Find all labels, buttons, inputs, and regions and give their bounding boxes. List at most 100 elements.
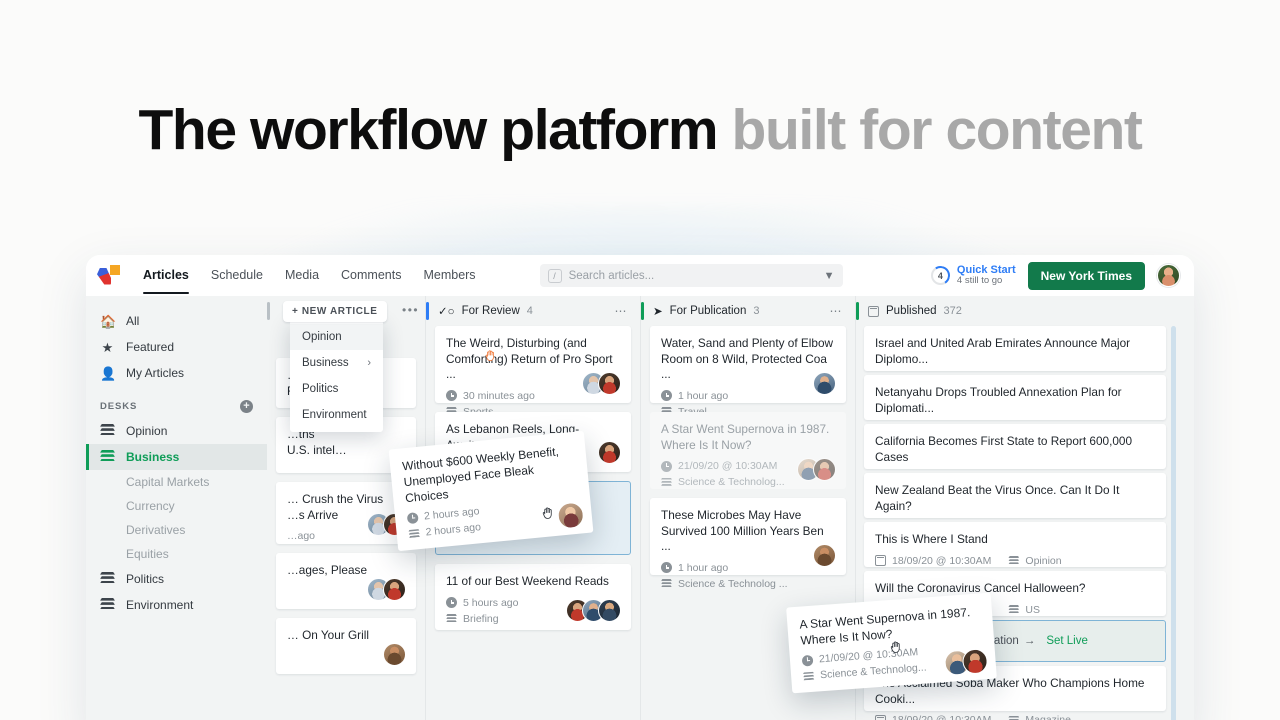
menu-item-politics[interactable]: Politics xyxy=(290,376,383,402)
card-item[interactable]: Netanyahu Drops Troubled Annexation Plan… xyxy=(864,375,1166,435)
superdesk-logo-icon[interactable] xyxy=(96,264,120,287)
app-body: 🏠 All ★ Featured 👤 My Articles DESKS + O… xyxy=(86,296,1194,720)
sidebar-subitem-currency[interactable]: Currency xyxy=(86,494,267,518)
card-time: 30 minutes ago xyxy=(463,389,535,402)
clock-icon xyxy=(406,511,419,524)
sidebar-subitem-equities[interactable]: Equities xyxy=(86,542,267,566)
layers-icon xyxy=(408,529,420,539)
card-desk: Science & Technolog ... xyxy=(678,577,788,590)
card-avatars xyxy=(797,458,836,481)
search-input[interactable]: / Search articles... ▼ xyxy=(539,264,843,287)
card-title: Water, Sand and Plenty of Elbow Room on … xyxy=(661,336,834,381)
desks-label: DESKS xyxy=(100,401,138,412)
card-item-placeholder[interactable]: A Star Went Supernova in 1987. Where Is … xyxy=(650,412,846,489)
calendar-icon xyxy=(875,714,886,720)
clock-icon xyxy=(661,562,672,573)
card-item[interactable]: California Becomes First State to Report… xyxy=(864,424,1166,484)
quick-start-widget[interactable]: 4 Quick Start 4 still to go xyxy=(930,264,1016,287)
plus-icon[interactable]: + xyxy=(240,400,253,413)
clock-icon xyxy=(446,597,457,608)
nav-tab-schedule[interactable]: Schedule xyxy=(200,257,274,294)
menu-item-label: Opinion xyxy=(302,331,342,343)
layers-icon xyxy=(100,572,115,586)
topbar-right-group: 4 Quick Start 4 still to go New York Tim… xyxy=(930,261,1180,290)
avatar xyxy=(598,441,621,464)
card-item[interactable]: New Zealand Beat the Virus Once. Can It … xyxy=(864,473,1166,533)
clock-icon xyxy=(801,654,814,667)
layers-icon xyxy=(446,614,457,623)
logo-square xyxy=(110,264,120,275)
menu-item-business[interactable]: Business › xyxy=(290,350,383,376)
avatar xyxy=(556,501,585,530)
avatar xyxy=(383,643,406,666)
card-item[interactable]: Water, Sand and Plenty of Elbow Room on … xyxy=(650,326,846,418)
sidebar-item-my-articles[interactable]: 👤 My Articles xyxy=(86,360,267,386)
column-more-icon[interactable]: ⋯ xyxy=(615,304,629,318)
sidebar-item-environment[interactable]: Environment xyxy=(86,592,267,618)
publication-switch-button[interactable]: New York Times xyxy=(1027,261,1145,290)
card-item[interactable]: These Microbes May Have Survived 100 Mil… xyxy=(650,498,846,590)
sidebar-item-all[interactable]: 🏠 All xyxy=(86,308,267,334)
filter-icon[interactable]: ▼ xyxy=(824,270,835,282)
card-avatars xyxy=(582,372,621,395)
dragging-card-benefit[interactable]: Without $600 Weekly Benefit, Unemployed … xyxy=(388,430,594,552)
card-desk: Science & Technolog... xyxy=(678,476,785,488)
menu-item-label: Politics xyxy=(302,383,339,395)
card-desk: Opinion xyxy=(1025,554,1062,567)
avatar xyxy=(813,372,836,395)
new-article-button[interactable]: + NEW ARTICLE xyxy=(283,301,387,322)
sidebar-item-featured[interactable]: ★ Featured xyxy=(86,334,267,360)
menu-item-opinion[interactable]: Opinion xyxy=(290,324,383,350)
column-count: 4 xyxy=(526,305,533,317)
card-item[interactable]: …ages, Please xyxy=(276,553,416,609)
menu-item-environment[interactable]: Environment xyxy=(290,402,383,428)
card-item[interactable]: … On Your Grill xyxy=(276,618,416,674)
column-more-icon[interactable]: ••• xyxy=(402,303,419,317)
layers-icon xyxy=(100,424,115,438)
card-desk: 2 hours ago xyxy=(425,521,482,539)
calendar-icon xyxy=(868,305,879,317)
hero-title-strong: The workflow platform xyxy=(138,98,718,162)
column-count: 372 xyxy=(943,305,962,317)
sidebar-subitem-capital-markets[interactable]: Capital Markets xyxy=(86,470,267,494)
home-icon: 🏠 xyxy=(100,313,117,329)
new-article-dropdown-menu: Opinion Business › Politics Environment xyxy=(290,320,383,432)
layers-icon xyxy=(1008,605,1020,614)
check-circle-icon: ✓○ xyxy=(438,306,455,318)
column-more-icon[interactable]: ⋯ xyxy=(830,304,844,318)
card-item[interactable]: Israel and United Arab Emirates Announce… xyxy=(864,326,1166,386)
nav-tab-comments[interactable]: Comments xyxy=(330,257,412,294)
sidebar-item-label: Politics xyxy=(126,572,165,586)
card-title: These Microbes May Have Survived 100 Mil… xyxy=(661,508,824,553)
search-placeholder: Search articles... xyxy=(568,269,655,282)
nav-tab-articles[interactable]: Articles xyxy=(132,257,200,294)
sidebar-item-business[interactable]: Business xyxy=(86,444,267,470)
layers-icon xyxy=(1008,715,1020,720)
avatar xyxy=(598,372,621,395)
avatar xyxy=(961,648,989,675)
card-avatars xyxy=(943,648,989,677)
nav-tab-members[interactable]: Members xyxy=(412,257,486,294)
vertical-scrollbar[interactable] xyxy=(1171,326,1176,720)
card-title: This is Where I Stand xyxy=(875,532,988,546)
plus-icon: + xyxy=(292,306,299,317)
card-title: Israel and United Arab Emirates Announce… xyxy=(875,336,1131,366)
search-shortcut-icon: / xyxy=(547,268,562,283)
sidebar: 🏠 All ★ Featured 👤 My Articles DESKS + O… xyxy=(86,296,267,720)
sidebar-subitem-derivatives[interactable]: Derivatives xyxy=(86,518,267,542)
avatar xyxy=(598,599,621,622)
layers-icon xyxy=(100,598,115,612)
card-title: New Zealand Beat the Virus Once. Can It … xyxy=(875,483,1120,513)
card-item[interactable]: This is Where I Stand 18/09/20 @ 10:30AM… xyxy=(864,522,1166,567)
user-avatar[interactable] xyxy=(1157,264,1180,287)
star-icon: ★ xyxy=(101,339,114,355)
sidebar-item-politics[interactable]: Politics xyxy=(86,566,267,592)
page-title: The workflow platform built for content xyxy=(0,95,1280,165)
card-item[interactable]: 11 of our Best Weekend Reads 5 hours ago… xyxy=(435,564,631,630)
card-time: 21/09/20 @ 10:30AM xyxy=(678,460,778,472)
card-title: 11 of our Best Weekend Reads xyxy=(446,574,609,588)
card-desk: US xyxy=(1025,603,1040,616)
nav-tab-media[interactable]: Media xyxy=(274,257,330,294)
sidebar-item-opinion[interactable]: Opinion xyxy=(86,418,267,444)
card-item[interactable]: The Weird, Disturbing (and Comforting) R… xyxy=(435,326,631,418)
